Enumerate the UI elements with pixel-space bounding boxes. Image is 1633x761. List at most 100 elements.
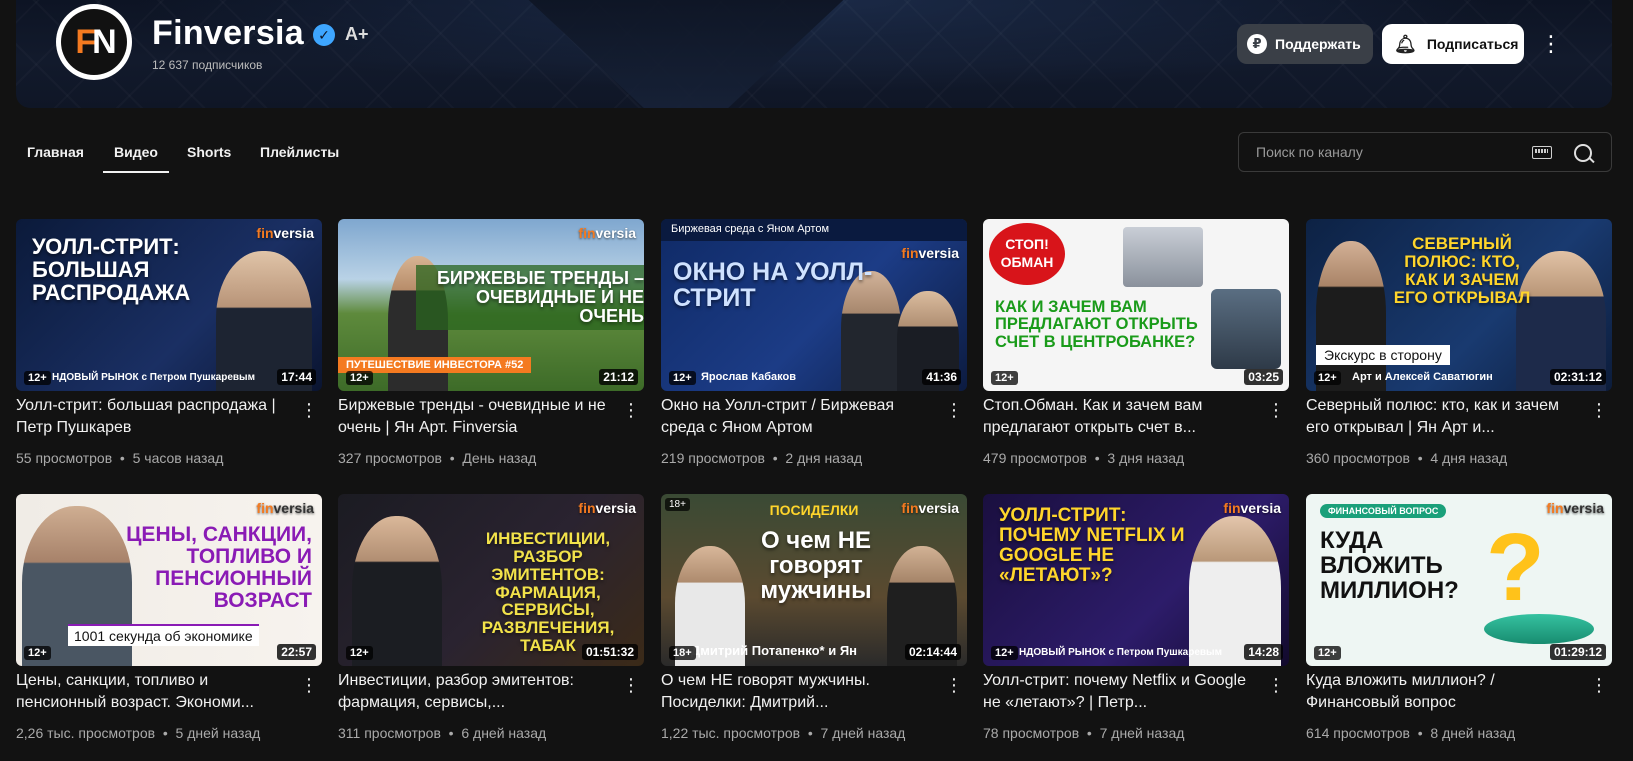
age-rating-badge: 18+ — [669, 646, 696, 660]
video-menu-icon[interactable]: ⋮ — [300, 676, 318, 694]
brand-watermark: finversia — [256, 225, 314, 241]
view-count: 55 просмотров — [16, 450, 113, 466]
video-thumbnail[interactable]: УОЛЛ-СТРИТ: БОЛЬШАЯ РАСПРОДАЖА finversia… — [16, 219, 322, 391]
video-meta: 360 просмотров • 4 дня назад — [1306, 450, 1508, 466]
video-meta: 1,22 тыс. просмотров • 7 дней назад — [661, 725, 906, 741]
video-thumbnail[interactable]: БИРЖЕВЫЕ ТРЕНДЫ – ОЧЕВИДНЫЕ И НЕ ОЧЕНЬ f… — [338, 219, 644, 391]
brand-watermark: finversia — [578, 500, 636, 516]
brand-watermark: finversia — [901, 245, 959, 261]
video-thumbnail[interactable]: СЕВЕРНЫЙ ПОЛЮС: КТО, КАК И ЗАЧЕМ ЕГО ОТК… — [1306, 219, 1612, 391]
presenter-image — [1316, 241, 1386, 391]
video-menu-icon[interactable]: ⋮ — [945, 676, 963, 694]
upload-age: 3 дня назад — [1107, 450, 1185, 466]
brand-watermark: finversia — [256, 500, 314, 516]
video-thumbnail[interactable]: ЦЕНЫ, САНКЦИИ, ТОПЛИВО И ПЕНСИОННЫЙ ВОЗР… — [16, 494, 322, 666]
brand-watermark: finversia — [1223, 500, 1281, 516]
video-meta: 2,26 тыс. просмотров • 5 дней назад — [16, 725, 261, 741]
video-title[interactable]: Северный полюс: кто, как и зачем его отк… — [1306, 395, 1576, 439]
thumbnail-footer-guests: Арт и Алексей Саватюгин — [1352, 371, 1493, 383]
video-title[interactable]: О чем НЕ говорят мужчины. Посиделки: Дми… — [661, 670, 931, 714]
upload-age: 8 дней назад — [1430, 725, 1516, 741]
video-title[interactable]: Уолл-стрит: почему Netflix и Google не «… — [983, 670, 1253, 714]
search-icon[interactable] — [1574, 144, 1592, 162]
subscribe-button[interactable]: 🔔︎ Подписаться — [1382, 24, 1524, 64]
video-thumbnail[interactable]: СТОП! ОБМАН КАК И ЗАЧЕМ ВАМ ПРЕДЛАГАЮТ О… — [983, 219, 1289, 391]
video-menu-icon[interactable]: ⋮ — [1590, 401, 1608, 419]
age-rating-badge: 12+ — [1314, 646, 1341, 660]
thumbnail-headline: ИНВЕСТИЦИИ, РАЗБОР ЭМИТЕНТОВ: ФАРМАЦИЯ, … — [481, 529, 615, 656]
brand-watermark: finversia — [578, 225, 636, 241]
duration-badge: 14:28 — [1244, 644, 1283, 660]
video-meta: 614 просмотров • 8 дней назад — [1306, 725, 1516, 741]
video-title[interactable]: Инвестиции, разбор эмитентов: фармация, … — [338, 670, 608, 714]
video-thumbnail[interactable]: 18+ ПОСИДЕЛКИ О чем НЕ говорят мужчины f… — [661, 494, 967, 666]
video-title[interactable]: Цены, санкции, топливо и пенсионный возр… — [16, 670, 286, 714]
video-card[interactable]: БИРЖЕВЫЕ ТРЕНДЫ – ОЧЕВИДНЫЕ И НЕ ОЧЕНЬ f… — [338, 219, 644, 466]
upload-age: 4 дня назад — [1430, 450, 1508, 466]
video-card[interactable]: УОЛЛ-СТРИТ: БОЛЬШАЯ РАСПРОДАЖА finversia… — [16, 219, 322, 466]
video-card[interactable]: УОЛЛ-СТРИТ: ПОЧЕМУ NETFLIX И GOOGLE НЕ «… — [983, 494, 1289, 741]
tab-home[interactable]: Главная — [27, 133, 84, 171]
video-menu-icon[interactable]: ⋮ — [622, 401, 640, 419]
tab-shorts[interactable]: Shorts — [187, 133, 231, 171]
video-menu-icon[interactable]: ⋮ — [1267, 401, 1285, 419]
verified-icon: ✓ — [313, 24, 335, 46]
video-menu-icon[interactable]: ⋮ — [300, 401, 318, 419]
subscriber-count: 12 637 подписчиков — [152, 58, 263, 72]
video-title[interactable]: Стоп.Обман. Как и зачем вам предлагают о… — [983, 395, 1253, 439]
video-title[interactable]: Биржевые тренды - очевидные и не очень |… — [338, 395, 608, 439]
duration-badge: 01:29:12 — [1549, 644, 1606, 660]
thumbnail-footer: НДОВЫЙ РЫНОК с Петром Пушкаревым — [1019, 647, 1222, 658]
video-card[interactable]: ЦЕНЫ, САНКЦИИ, ТОПЛИВО И ПЕНСИОННЫЙ ВОЗР… — [16, 494, 322, 741]
tab-videos[interactable]: Видео — [103, 133, 169, 173]
thumbnail-footer: Ярослав Кабаков — [701, 371, 796, 383]
channel-logo: FN — [61, 9, 127, 75]
duration-badge: 41:36 — [922, 369, 961, 385]
video-menu-icon[interactable]: ⋮ — [1590, 676, 1608, 694]
video-menu-icon[interactable]: ⋮ — [1267, 676, 1285, 694]
upload-age: 6 дней назад — [461, 725, 547, 741]
channel-search[interactable]: Поиск по каналу — [1238, 132, 1612, 172]
view-count: 327 просмотров — [338, 450, 442, 466]
thumbnail-headline: УОЛЛ-СТРИТ: ПОЧЕМУ NETFLIX И GOOGLE НЕ «… — [999, 505, 1185, 586]
thumbnail-headline: УОЛЛ-СТРИТ: БОЛЬШАЯ РАСПРОДАЖА — [32, 234, 191, 306]
channel-name[interactable]: Finversia — [152, 14, 304, 53]
video-thumbnail[interactable]: УОЛЛ-СТРИТ: ПОЧЕМУ NETFLIX И GOOGLE НЕ «… — [983, 494, 1289, 666]
video-thumbnail[interactable]: ИНВЕСТИЦИИ, РАЗБОР ЭМИТЕНТОВ: ФАРМАЦИЯ, … — [338, 494, 644, 666]
more-options-icon[interactable]: ⋮ — [1540, 30, 1562, 58]
video-menu-icon[interactable]: ⋮ — [945, 401, 963, 419]
presenter-image — [352, 516, 442, 666]
video-title[interactable]: Окно на Уолл-стрит / Биржевая среда с Ян… — [661, 395, 931, 439]
view-count: 78 просмотров — [983, 725, 1080, 741]
thumbnail-headline: КУДА ВЛОЖИТЬ МИЛЛИОН? — [1320, 527, 1459, 605]
video-card[interactable]: ИНВЕСТИЦИИ, РАЗБОР ЭМИТЕНТОВ: ФАРМАЦИЯ, … — [338, 494, 644, 741]
keyboard-icon[interactable] — [1532, 146, 1552, 159]
age-rating-badge: 12+ — [346, 371, 373, 385]
tab-playlists[interactable]: Плейлисты — [260, 133, 339, 171]
video-card[interactable]: СТОП! ОБМАН КАК И ЗАЧЕМ ВАМ ПРЕДЛАГАЮТ О… — [983, 219, 1289, 466]
video-card[interactable]: 18+ ПОСИДЕЛКИ О чем НЕ говорят мужчины f… — [661, 494, 967, 741]
search-input[interactable]: Поиск по каналу — [1256, 144, 1363, 160]
support-button[interactable]: ₽ Поддержать — [1237, 24, 1373, 64]
duration-badge: 21:12 — [599, 369, 638, 385]
upload-age: 2 дня назад — [785, 450, 863, 466]
video-menu-icon[interactable]: ⋮ — [622, 676, 640, 694]
thumbnail-header: Биржевая среда с Яном Артом — [661, 219, 967, 241]
video-title[interactable]: Куда вложить миллион? / Финансовый вопро… — [1306, 670, 1576, 714]
video-card[interactable]: ФИНАНСОВЫЙ ВОПРОС КУДА ВЛОЖИТЬ МИЛЛИОН? … — [1306, 494, 1612, 741]
thumbnail-footer: НДОВЫЙ РЫНОК с Петром Пушкаревым — [52, 372, 255, 383]
duration-badge: 02:14:44 — [904, 644, 961, 660]
channel-avatar[interactable]: FN — [56, 4, 132, 80]
upload-age: 5 часов назад — [132, 450, 224, 466]
duration-badge: 02:31:12 — [1549, 369, 1606, 385]
video-card[interactable]: Биржевая среда с Яном Артом ОКНО НА УОЛЛ… — [661, 219, 967, 466]
duration-badge: 17:44 — [277, 369, 316, 385]
video-thumbnail[interactable]: ФИНАНСОВЫЙ ВОПРОС КУДА ВЛОЖИТЬ МИЛЛИОН? … — [1306, 494, 1612, 666]
video-thumbnail[interactable]: Биржевая среда с Яном Артом ОКНО НА УОЛЛ… — [661, 219, 967, 391]
bell-icon: 🔔︎ — [1394, 33, 1417, 54]
thumbnail-headline: ЦЕНЫ, САНКЦИИ, ТОПЛИВО И ПЕНСИОННЫЙ ВОЗР… — [126, 523, 312, 613]
video-title[interactable]: Уолл-стрит: большая распродажа | Петр Пу… — [16, 395, 286, 439]
thumbnail-footer: Экскурс в сторону — [1316, 345, 1450, 365]
video-card[interactable]: СЕВЕРНЫЙ ПОЛЮС: КТО, КАК И ЗАЧЕМ ЕГО ОТК… — [1306, 219, 1612, 466]
thumbnail-headline: О чем НЕ говорят мужчины — [760, 527, 872, 605]
